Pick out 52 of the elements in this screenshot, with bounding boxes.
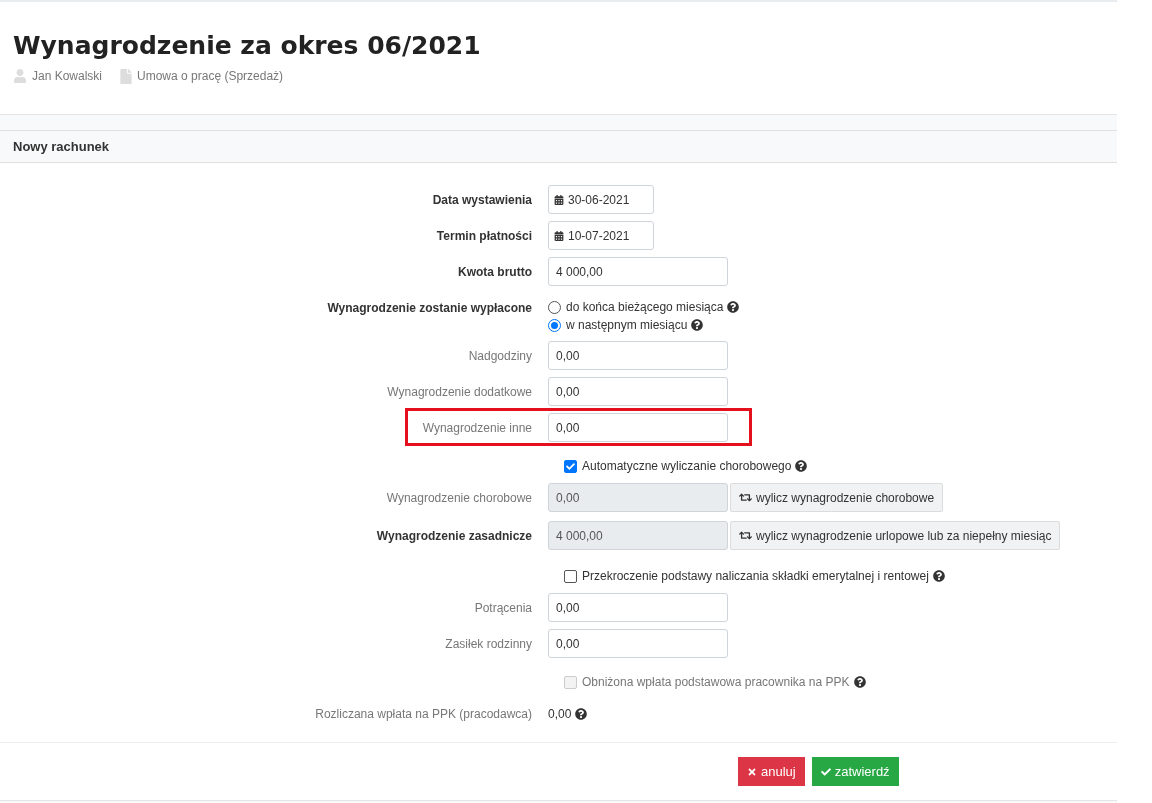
cancel-button[interactable]: anuluj xyxy=(738,757,805,786)
calculate-button[interactable]: wylicz wynagrodzenie urlopowe lub za niepełny miesiąc xyxy=(730,521,1061,550)
text-field[interactable]: 0,00 xyxy=(548,629,728,658)
field-label: Wynagrodzenie chorobowe xyxy=(386,491,532,505)
date-field[interactable]: 30-06-2021 xyxy=(548,185,654,214)
employee-name: Jan Kowalski xyxy=(32,68,103,85)
calendar-icon xyxy=(554,230,564,241)
field-label: Wynagrodzenie inne xyxy=(422,421,532,435)
calculate-button[interactable]: wylicz wynagrodzenie chorobowe xyxy=(730,483,944,512)
value-text: 0,00 xyxy=(548,706,572,723)
readonly-field[interactable]: 0,00 xyxy=(548,483,728,512)
checkbox[interactable] xyxy=(564,459,577,473)
field-label: Wynagrodzenie zostanie wypłacone xyxy=(327,301,532,315)
text-field[interactable]: 0,00 xyxy=(548,593,728,622)
help-icon[interactable] xyxy=(932,570,945,582)
checkbox[interactable] xyxy=(564,569,577,583)
field-label: Termin płatności xyxy=(436,229,532,243)
contract-name: Umowa o pracę (Sprzedaż) xyxy=(137,68,284,85)
field-label: Potrącenia xyxy=(474,601,532,615)
radio-label[interactable]: do końca bieżącego miesiąca xyxy=(566,298,724,316)
close-icon xyxy=(747,766,757,777)
help-icon[interactable] xyxy=(691,319,704,331)
field-label: Zasiłek rodzinny xyxy=(445,637,532,651)
calendar-icon xyxy=(554,194,564,205)
checkbox-label[interactable]: Automatyczne wyliczanie chorobowego xyxy=(582,457,792,475)
field-label: Rozliczana wpłata na PPK (pracodawca) xyxy=(315,707,532,721)
radio-button[interactable] xyxy=(548,318,561,332)
repeat-icon xyxy=(739,491,752,504)
text-field[interactable]: 0,00 xyxy=(548,341,728,370)
check-icon xyxy=(820,766,831,777)
field-label: Wynagrodzenie dodatkowe xyxy=(387,385,532,399)
help-icon[interactable] xyxy=(795,460,808,472)
radio-button[interactable] xyxy=(548,300,561,314)
radio-label[interactable]: w następnym miesiącu xyxy=(566,316,688,334)
repeat-icon xyxy=(739,529,752,542)
readonly-field[interactable]: 4 000,00 xyxy=(548,521,728,550)
date-field[interactable]: 10-07-2021 xyxy=(548,221,654,250)
field-label: Kwota brutto xyxy=(458,265,532,279)
checkbox-label[interactable]: Przekroczenie podstawy naliczania składki emerytalnej i rentowej xyxy=(582,567,929,585)
person-icon xyxy=(13,69,27,83)
text-field[interactable]: 0,00 xyxy=(548,377,728,406)
document-icon xyxy=(120,68,133,84)
help-icon[interactable] xyxy=(727,301,740,313)
help-icon[interactable] xyxy=(853,676,866,688)
field-label: Data wystawienia xyxy=(432,193,532,207)
help-icon[interactable] xyxy=(575,708,588,720)
field-label: Wynagrodzenie zasadnicze xyxy=(376,529,532,543)
page-title: Wynagrodzenie za okres 06/2021 xyxy=(13,30,482,62)
text-field[interactable]: 0,00 xyxy=(548,413,728,442)
section-header: Nowy rachunek xyxy=(0,130,1117,163)
field-label: Nadgodziny xyxy=(468,349,532,363)
text-field[interactable]: 4 000,00 xyxy=(548,257,728,286)
